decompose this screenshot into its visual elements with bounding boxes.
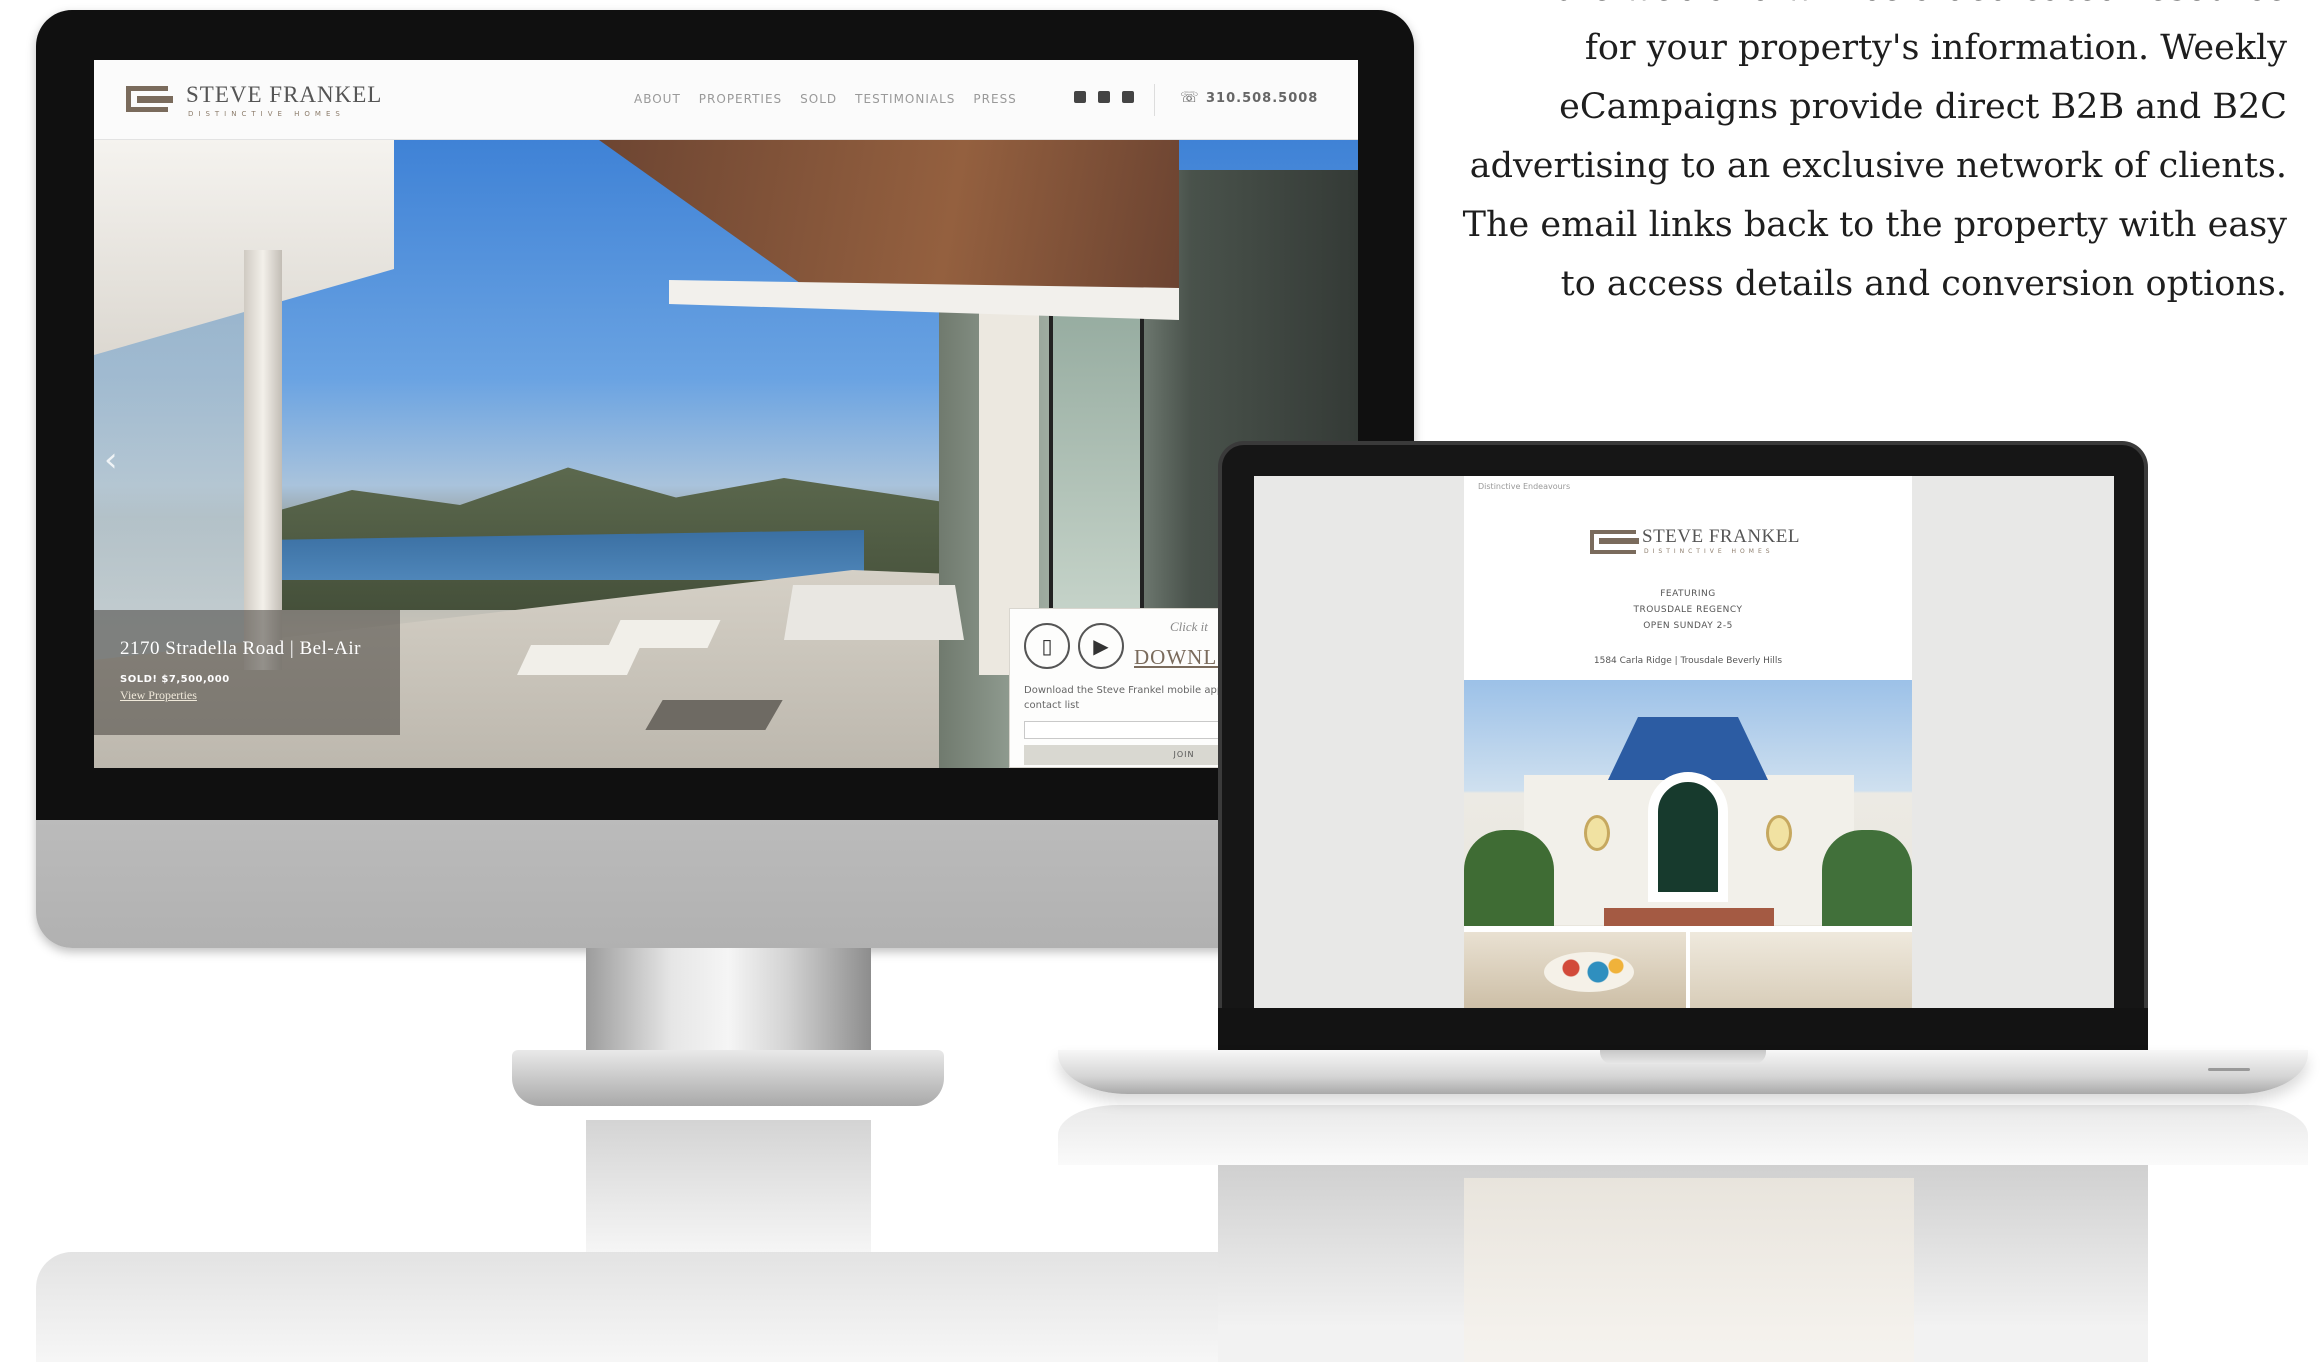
intro-line: eCampaigns provide direct B2B and B2C [1559, 87, 2287, 127]
intro-line: for your property's information. Weekly [1584, 28, 2287, 68]
email-headline: FEATURING TROUSDALE REGENCY OPEN SUNDAY … [1464, 586, 1912, 634]
email-preheader[interactable]: Distinctive Endeavours [1478, 482, 1570, 491]
imac-stand-neck [586, 948, 871, 1053]
download-click-label: Click it [1170, 619, 1208, 634]
nav-properties[interactable]: PROPERTIES [699, 92, 782, 106]
email-open-house: OPEN SUNDAY 2-5 [1643, 621, 1733, 631]
macbook-base-reflection [1058, 1105, 2308, 1165]
intro-line: the web and will be a dedicated resource [1287, 0, 2287, 19]
email-property-name: TROUSDALE REGENCY [1633, 605, 1743, 615]
site-logo-tagline: DISTINCTIVE HOMES [188, 110, 345, 118]
house-door [1648, 772, 1728, 902]
logo-mark-icon[interactable] [126, 86, 173, 112]
email-screen: Distinctive Endeavours STEVE FRANKEL DIS… [1254, 476, 2114, 1008]
house-step [1604, 908, 1774, 926]
phone-icon: ☏ [1180, 88, 1199, 106]
macbook-slot [2208, 1068, 2250, 1071]
interior-art [1544, 952, 1634, 992]
imac-bezel: STEVE FRANKEL DISTINCTIVE HOMES ABOUT PR… [36, 10, 1414, 820]
pinterest-icon[interactable] [1098, 91, 1110, 103]
site-header: STEVE FRANKEL DISTINCTIVE HOMES ABOUT PR… [94, 60, 1358, 140]
email-logo-name[interactable]: STEVE FRANKEL [1642, 526, 1800, 548]
hero-column [244, 250, 282, 670]
house-window [1584, 815, 1610, 851]
hero-lounger [517, 645, 641, 675]
email-thumbnail[interactable] [1690, 932, 1912, 1008]
intro-paragraph: the web and will be a dedicated resource… [1287, 0, 2287, 314]
mobile-phone-icon[interactable]: ▯ [1024, 623, 1070, 669]
imac-stand-reflection [586, 1120, 871, 1255]
property-sold-price: SOLD! $7,500,000 [120, 674, 230, 685]
nav-press[interactable]: PRESS [973, 92, 1016, 106]
header-divider [1154, 84, 1155, 116]
imac-stand-foot [512, 1050, 944, 1106]
hero-firepit [645, 700, 783, 730]
email-featuring: FEATURING [1660, 589, 1716, 599]
hero-table [784, 585, 964, 640]
house-roof [1608, 717, 1768, 780]
email-logo-mark-icon [1590, 530, 1639, 554]
email-reflection [1464, 1178, 1914, 1362]
house-window [1766, 815, 1792, 851]
instagram-icon[interactable] [1074, 91, 1086, 103]
carousel-prev-icon[interactable]: ‹ [104, 440, 118, 480]
nav-sold[interactable]: SOLD [800, 92, 837, 106]
website-screen: STEVE FRANKEL DISTINCTIVE HOMES ABOUT PR… [94, 60, 1358, 768]
email-hero-photo[interactable] [1464, 680, 1912, 926]
main-nav: ABOUT PROPERTIES SOLD TESTIMONIALS PRESS [634, 92, 1017, 106]
nav-about[interactable]: ABOUT [634, 92, 681, 106]
imac-reflection [36, 1252, 1414, 1362]
email-thumbnail[interactable] [1464, 932, 1686, 1008]
email-campaign: Distinctive Endeavours STEVE FRANKEL DIS… [1464, 476, 1912, 1008]
email-address: 1584 Carla Ridge | Trousdale Beverly Hil… [1593, 656, 1783, 666]
hedge [1822, 830, 1912, 926]
view-properties-link[interactable]: View Properties [120, 688, 374, 703]
email-logo-tagline: DISTINCTIVE HOMES [1644, 548, 1774, 555]
site-logo-name[interactable]: STEVE FRANKEL [186, 82, 382, 108]
hedge [1464, 830, 1554, 926]
hero-caption: 2170 Stradella Road | Bel-Air SOLD! $7,5… [94, 610, 400, 735]
macbook-chin [1218, 1008, 2148, 1053]
imac-frame: STEVE FRANKEL DISTINCTIVE HOMES ABOUT PR… [36, 10, 1414, 948]
macbook-notch [1600, 1050, 1766, 1064]
nav-testimonials[interactable]: TESTIMONIALS [855, 92, 955, 106]
social-links [1074, 91, 1134, 103]
intro-line: to access details and conversion options… [1560, 264, 2287, 304]
intro-line: advertising to an exclusive network of c… [1469, 146, 2287, 186]
intro-line: The email links back to the property wit… [1462, 205, 2287, 245]
play-store-icon[interactable]: ▶ [1078, 623, 1124, 669]
facebook-icon[interactable] [1122, 91, 1134, 103]
property-title: 2170 Stradella Road | Bel-Air [120, 638, 361, 659]
phone-number[interactable]: 310.508.5008 [1206, 91, 1318, 106]
hero-lounger [607, 620, 721, 648]
